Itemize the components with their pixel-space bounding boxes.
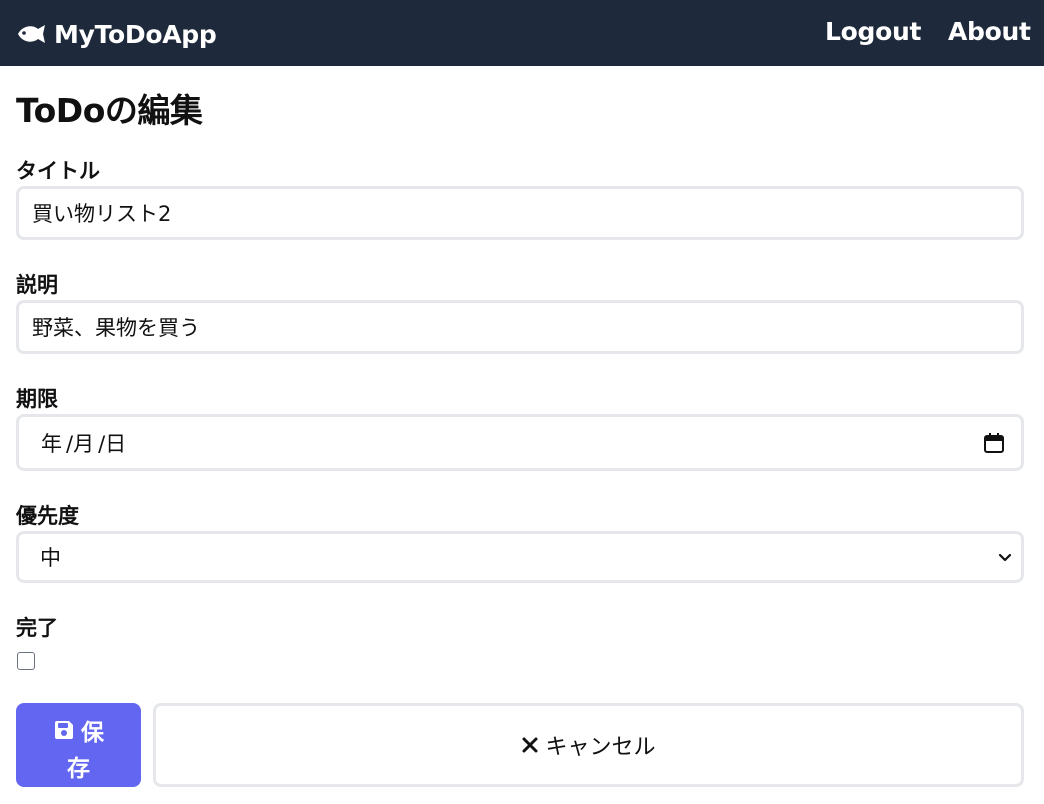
description-input[interactable]: 野菜、果物を買う (16, 300, 1024, 354)
done-checkbox[interactable] (17, 652, 35, 670)
cancel-button[interactable]: キャンセル (153, 703, 1024, 787)
logout-link[interactable]: Logout (825, 17, 921, 46)
due-date-label: 期限 (16, 387, 58, 411)
description-input-value: 野菜、果物を買う (32, 316, 200, 340)
save-button[interactable]: 保 存 (16, 703, 141, 787)
title-label: タイトル (16, 159, 100, 183)
save-label-line1: 保 (81, 720, 104, 746)
save-label-line2: 存 (67, 756, 90, 782)
due-date-input[interactable]: 年 /月 /日 (16, 414, 1024, 471)
priority-label: 優先度 (16, 504, 79, 528)
brand-name: MyToDoApp (54, 19, 217, 49)
chevron-down-icon (998, 553, 1012, 562)
brand-link[interactable]: MyToDoApp (16, 17, 217, 51)
about-link[interactable]: About (948, 17, 1031, 46)
title-input[interactable]: 買い物リスト2 (16, 186, 1024, 240)
save-disk-icon (55, 721, 73, 739)
done-label: 完了 (16, 616, 58, 640)
x-icon (522, 737, 538, 753)
calendar-icon[interactable] (983, 432, 1005, 454)
date-month-segment[interactable]: /月 (66, 428, 94, 458)
priority-select[interactable]: 中 (16, 531, 1024, 583)
navbar: MyToDoApp Logout About (0, 0, 1044, 66)
priority-selected-value: 中 (40, 546, 61, 570)
fish-icon (18, 25, 45, 43)
date-year-segment[interactable]: 年 (41, 428, 62, 458)
description-label: 説明 (16, 273, 58, 297)
page-title: ToDoの編集 (16, 91, 203, 130)
cancel-label: キャンセル (545, 735, 656, 760)
title-input-value: 買い物リスト2 (32, 202, 172, 226)
date-day-segment[interactable]: /日 (98, 428, 126, 458)
